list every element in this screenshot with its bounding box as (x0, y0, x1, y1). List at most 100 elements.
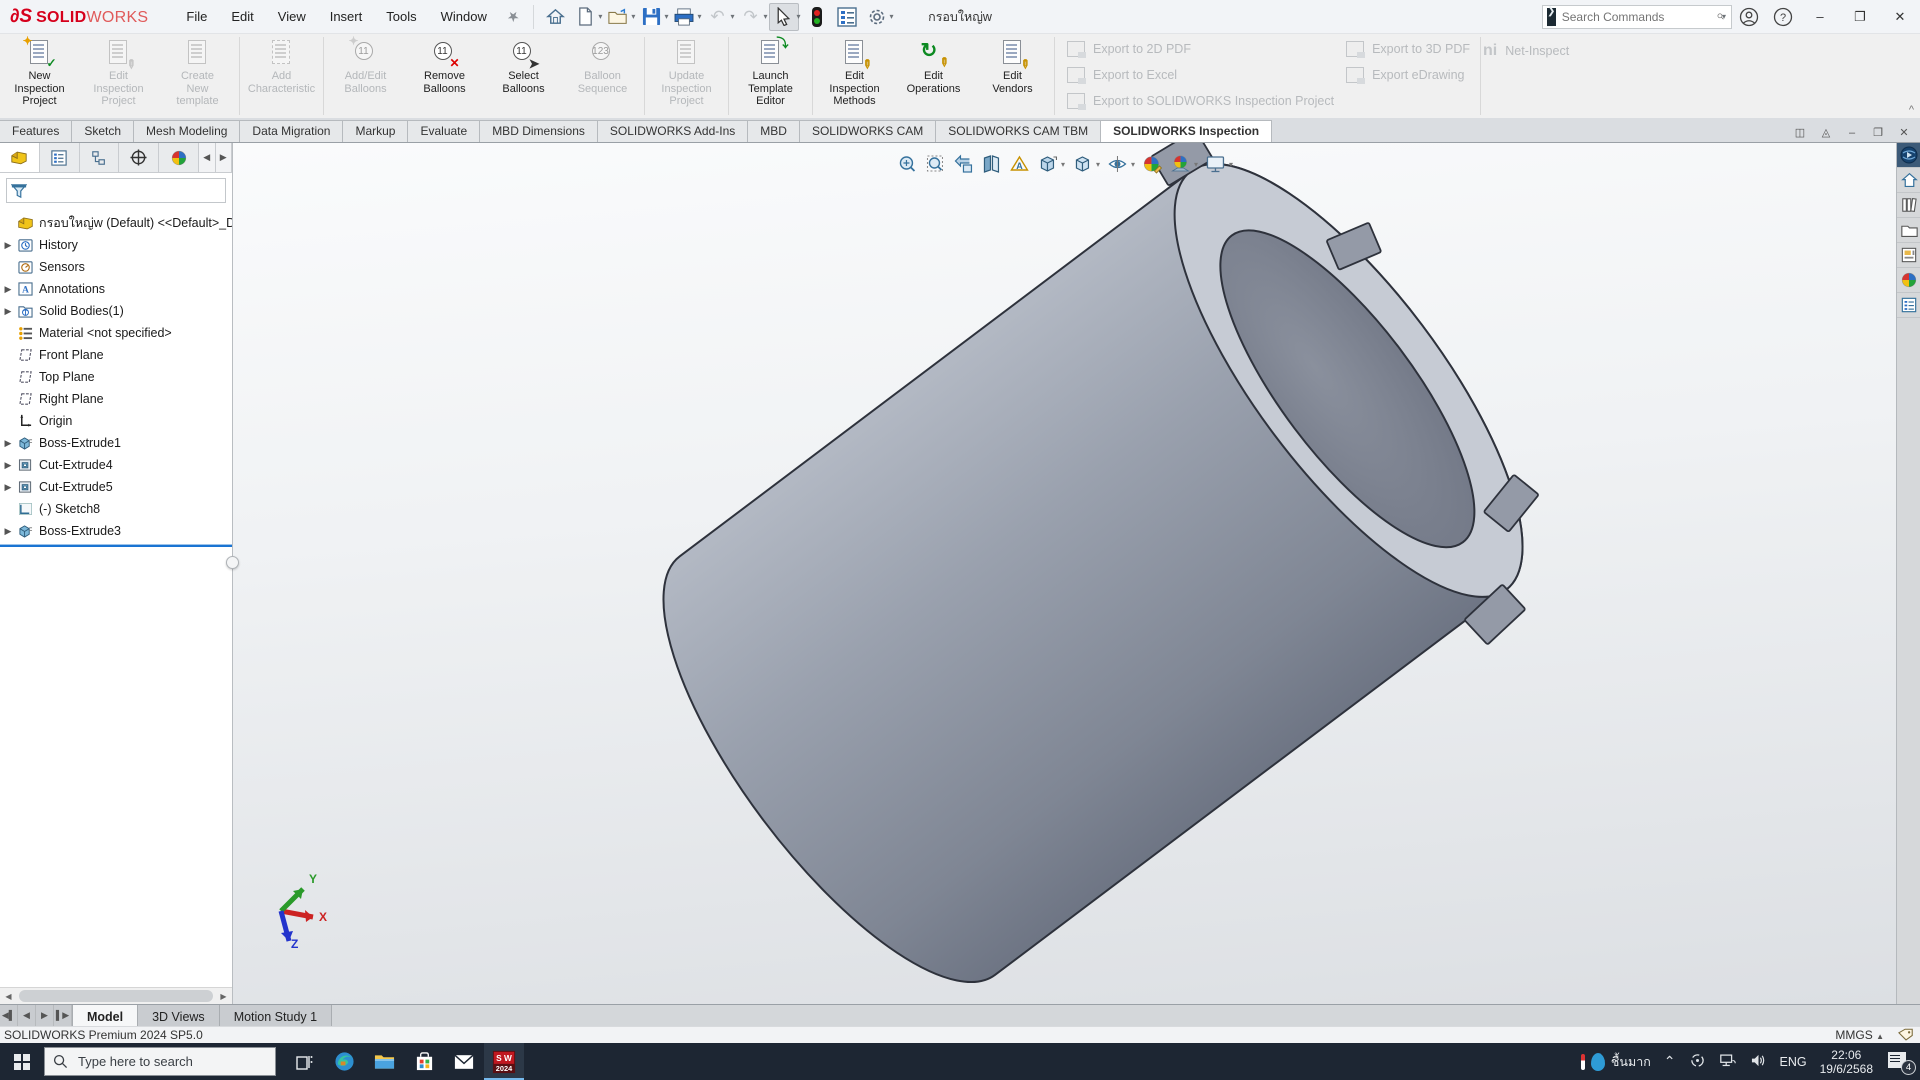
undo-dropdown[interactable]: ▾ (730, 12, 734, 21)
tree-horizontal-scrollbar[interactable]: ◀ ▶ (0, 987, 232, 1004)
new-inspection-project-button[interactable]: ✦✓ New Inspection Project (0, 34, 79, 118)
scrollbar-thumb[interactable] (19, 990, 213, 1002)
edit-appearance-icon[interactable] (1139, 151, 1165, 177)
export-to-excel-button[interactable]: Export to Excel (1067, 66, 1334, 84)
scroll-left-icon[interactable]: ◀ (0, 988, 17, 1004)
tree-item-boss-extrude3[interactable]: ▶ Boss-Extrude3 (0, 520, 232, 542)
tree-item-boss-extrude1[interactable]: ▶ Boss-Extrude1 (0, 432, 232, 454)
tree-item-solid-bodies[interactable]: ▶ Solid Bodies(1) (0, 300, 232, 322)
tab-model[interactable]: Model (73, 1005, 138, 1026)
balloon-sequence-button[interactable]: 123 Balloon Sequence (563, 34, 642, 118)
zoom-to-fit-icon[interactable] (894, 151, 920, 177)
doc-restore-icon[interactable]: ❐ (1870, 126, 1886, 139)
tree-item-material[interactable]: Material <not specified> (0, 322, 232, 344)
tab-3d-views[interactable]: 3D Views (138, 1005, 220, 1026)
minimize-button[interactable]: – (1800, 2, 1840, 32)
first-tab-icon[interactable]: ◀▌ (0, 1005, 18, 1026)
export-edrawing-button[interactable]: Export eDrawing (1346, 66, 1470, 84)
last-tab-icon[interactable]: ▌▶ (54, 1005, 72, 1026)
propertymanager-tab[interactable] (40, 143, 80, 172)
expand-arrow-icon[interactable]: ▶ (0, 284, 16, 295)
view-orientation-dropdown[interactable]: ▾ (1061, 160, 1065, 169)
save-dropdown[interactable]: ▾ (664, 12, 668, 21)
file-explorer-icon[interactable] (364, 1043, 404, 1080)
open-button[interactable] (603, 3, 633, 31)
edit-inspection-methods-button[interactable]: ✏ Edit Inspection Methods (815, 34, 894, 118)
tab-solidworks-cam-tbm[interactable]: SOLIDWORKS CAM TBM (935, 120, 1101, 142)
home-button[interactable] (540, 3, 570, 31)
tree-item-annotations[interactable]: ▶ A Annotations (0, 278, 232, 300)
volume-icon[interactable] (1750, 1053, 1767, 1071)
edit-inspection-project-button[interactable]: ✏ Edit Inspection Project (79, 34, 158, 118)
section-view-icon[interactable] (978, 151, 1004, 177)
tab-mesh-modeling[interactable]: Mesh Modeling (133, 120, 240, 142)
tab-motion-study-1[interactable]: Motion Study 1 (220, 1005, 332, 1026)
export-to-2d-pdf-button[interactable]: Export to 2D PDF (1067, 40, 1334, 58)
new-document-button[interactable] (570, 3, 600, 31)
tree-item-sensors[interactable]: Sensors (0, 256, 232, 278)
taskbar-search-box[interactable]: Type here to search (44, 1047, 276, 1076)
display-style-dropdown[interactable]: ▾ (1096, 160, 1100, 169)
add-edit-balloons-button[interactable]: 11✦ Add/Edit Balloons (326, 34, 405, 118)
panel-splitter-handle[interactable] (226, 556, 239, 569)
language-indicator[interactable]: ENG (1780, 1055, 1807, 1069)
tree-tabs-scroll-left-icon[interactable]: ◀ (199, 143, 216, 172)
print-dropdown[interactable]: ▾ (697, 12, 701, 21)
rollback-bar[interactable] (0, 544, 232, 547)
expand-arrow-icon[interactable]: ▶ (0, 240, 16, 251)
undo-button[interactable]: ↶ (702, 3, 732, 31)
displaymanager-tab[interactable] (159, 143, 199, 172)
export-to-sw-inspection-project-button[interactable]: Export to SOLIDWORKS Inspection Project (1067, 92, 1334, 110)
tab-solidworks-addins[interactable]: SOLIDWORKS Add-Ins (597, 120, 748, 142)
display-style-icon[interactable] (1069, 151, 1095, 177)
help-icon[interactable]: ? (1766, 3, 1800, 31)
prev-tab-icon[interactable]: ◀ (18, 1005, 36, 1026)
next-tab-icon[interactable]: ▶ (36, 1005, 54, 1026)
tree-item-sketch8[interactable]: (-) Sketch8 (0, 498, 232, 520)
view-palette-icon[interactable] (1897, 243, 1920, 268)
menu-edit[interactable]: Edit (219, 1, 265, 32)
user-account-icon[interactable] (1732, 3, 1766, 31)
update-inspection-project-button[interactable]: Update Inspection Project (647, 34, 726, 118)
tree-item-origin[interactable]: Origin (0, 410, 232, 432)
select-dropdown[interactable]: ▾ (797, 12, 801, 21)
edit-operations-button[interactable]: ↻✏ Edit Operations (894, 34, 973, 118)
dimxpert-manager-tab[interactable] (119, 143, 159, 172)
view-orientation-icon[interactable] (1034, 151, 1060, 177)
previous-view-icon[interactable] (950, 151, 976, 177)
view-settings-icon[interactable] (1202, 151, 1228, 177)
close-button[interactable]: ✕ (1880, 2, 1920, 32)
print-button[interactable] (669, 3, 699, 31)
tree-tabs-scroll-right-icon[interactable]: ▶ (216, 143, 233, 172)
graphics-viewport[interactable]: A ▾ ▾ ▾ ▾ ▾ Y X Z (233, 143, 1896, 1004)
search-commands-box[interactable]: ❯_ ▾ (1542, 5, 1732, 29)
apply-scene-icon[interactable] (1167, 151, 1193, 177)
new-document-dropdown[interactable]: ▾ (598, 12, 602, 21)
hide-show-items-icon[interactable] (1104, 151, 1130, 177)
design-library-icon[interactable] (1897, 193, 1920, 218)
apply-scene-dropdown[interactable]: ▾ (1194, 160, 1198, 169)
expand-arrow-icon[interactable]: ▶ (0, 482, 16, 493)
tree-item-history[interactable]: ▶ History (0, 234, 232, 256)
menu-window[interactable]: Window (429, 1, 499, 32)
redo-button[interactable]: ↷ (735, 3, 765, 31)
restore-button[interactable]: ❐ (1840, 2, 1880, 32)
select-balloons-button[interactable]: 11➤ Select Balloons (484, 34, 563, 118)
model-3d-cylinder[interactable] (233, 143, 1896, 1004)
net-inspect-button[interactable]: niNet-Inspect (1483, 42, 1569, 60)
tray-expand-chevron[interactable]: ⌃ (1664, 1053, 1676, 1070)
expand-arrow-icon[interactable]: ▶ (0, 438, 16, 449)
tags-icon[interactable] (1898, 1028, 1914, 1042)
tab-evaluate[interactable]: Evaluate (407, 120, 480, 142)
tree-item-cut-extrude4[interactable]: ▶ Cut-Extrude4 (0, 454, 232, 476)
edit-vendors-button[interactable]: ✏ Edit Vendors (973, 34, 1052, 118)
solidworks-app-icon[interactable]: S W2024 (484, 1043, 524, 1080)
search-dropdown[interactable]: ▾ (1722, 12, 1726, 21)
search-commands-input[interactable] (1562, 10, 1717, 24)
select-cursor-button[interactable] (769, 3, 799, 31)
network-icon[interactable] (1719, 1053, 1737, 1071)
doc-close-icon[interactable]: ✕ (1896, 126, 1912, 139)
tab-mbd[interactable]: MBD (747, 120, 800, 142)
clock[interactable]: 22:06 19/6/2568 (1820, 1048, 1873, 1076)
scroll-right-icon[interactable]: ▶ (215, 988, 232, 1004)
